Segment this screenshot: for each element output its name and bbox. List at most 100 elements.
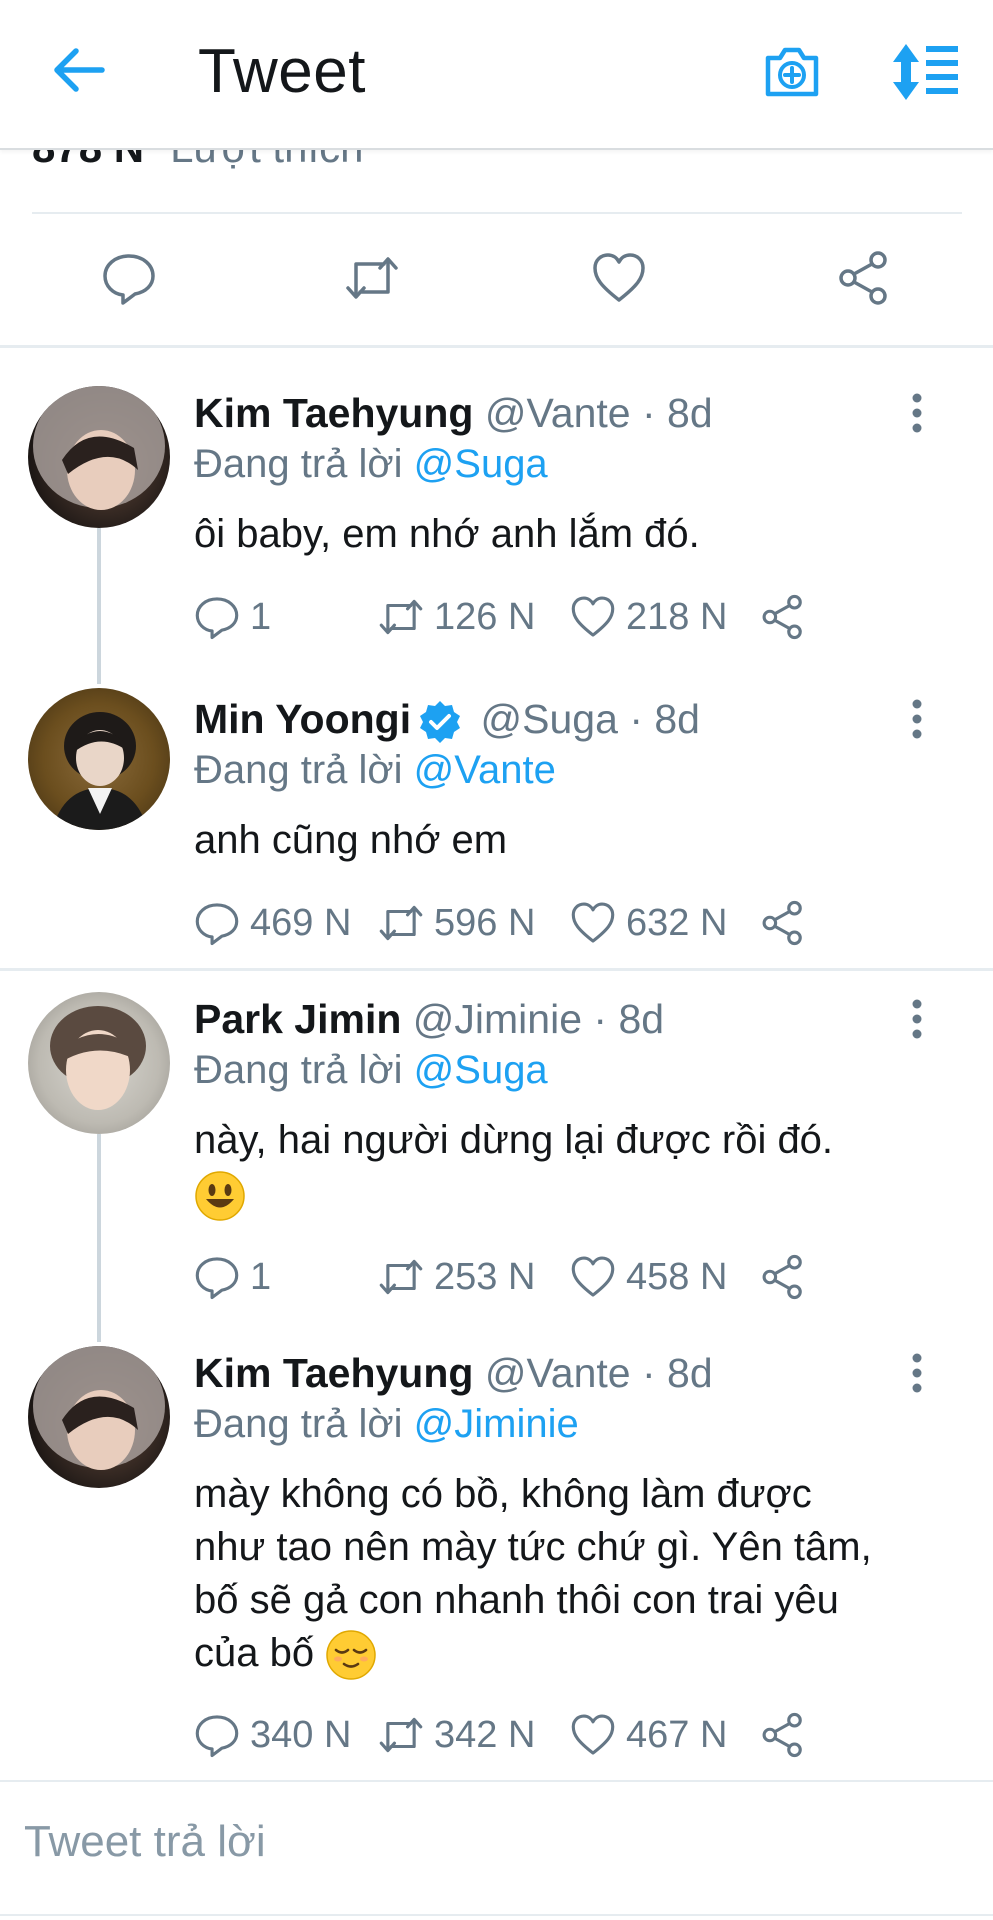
share-icon [762,1254,802,1300]
divider [0,968,993,971]
camera-plus-icon[interactable] [762,42,822,102]
replying-to: Đang trả lời @Suga [194,1048,548,1093]
top-app-bar: Tweet [0,0,993,150]
mention-link[interactable]: @Suga [414,1048,548,1092]
reply-count: 1 [250,1255,272,1298]
tweet-header: Kim Taehyung @Vante · 8d [194,1350,713,1397]
author-handle: @Vante [484,1350,631,1396]
retweet-icon [379,1259,423,1295]
sort-list-icon[interactable] [892,42,962,102]
like-count: 458 N [626,1255,728,1298]
retweet-icon[interactable] [344,250,400,306]
like-icon [571,596,615,637]
retweet-icon [379,1717,423,1753]
like-icon [571,1256,615,1297]
replying-to: Đang trả lời @Jiminie [194,1402,579,1447]
author-name[interactable]: Kim Taehyung [194,390,473,436]
share-action[interactable] [760,1710,816,1760]
like-action[interactable]: 632 N [570,898,727,948]
retweet-count: 126 N [434,595,536,638]
verified-badge-icon [420,701,461,744]
like-count: 218 N [626,595,728,638]
avatar[interactable] [28,386,170,528]
reply-count: 469 N [250,901,352,944]
divider [0,345,993,348]
reply-action[interactable]: 1 [194,1252,271,1302]
like-icon [571,902,615,943]
tweet-text-last: của bố [194,1627,954,1681]
share-icon [762,900,802,946]
like-count: 467 N [626,1713,728,1756]
replying-to: Đang trả lời @Suga [194,442,548,487]
avatar[interactable] [28,1346,170,1488]
author-name[interactable]: Park Jimin [194,996,401,1042]
reply-icon [195,903,239,946]
share-action[interactable] [760,898,816,948]
share-action[interactable] [760,1252,816,1302]
more-vertical-icon[interactable] [903,1352,931,1394]
retweet-count: 596 N [434,901,536,944]
replying-to-label: Đang trả lời [194,442,414,486]
thread-line [97,1134,101,1342]
share-icon [762,1712,802,1758]
mention-link[interactable]: @Vante [414,748,556,792]
tweet-text: này, hai người dừng lại được rồi đó. [194,1118,834,1162]
retweet-icon [379,599,423,635]
tweet-header: Park Jimin @Jiminie · 8d [194,996,664,1043]
reply-action[interactable]: 469 N [194,898,351,948]
like-icon [571,1714,615,1755]
like-icon[interactable] [591,250,647,306]
reply-icon [195,597,239,640]
like-action[interactable]: 467 N [570,1710,727,1760]
retweet-action[interactable]: 342 N [378,1710,535,1760]
divider [0,1780,993,1782]
tweet-actions: 1 253 N 458 N [194,1252,834,1302]
replying-to: Đang trả lời @Vante [194,748,556,793]
author-handle: @Vante [484,390,631,436]
tweet-time: · 8d [629,696,700,742]
reply-count: 340 N [250,1713,352,1756]
like-action[interactable]: 458 N [570,1252,727,1302]
smiley-emoji-icon [195,1171,245,1222]
more-vertical-icon[interactable] [903,392,931,434]
retweet-action[interactable]: 253 N [378,1252,535,1302]
reply-count: 1 [250,595,272,638]
reply-icon [195,1257,239,1300]
more-vertical-icon[interactable] [903,998,931,1040]
more-vertical-icon[interactable] [903,698,931,740]
tweet-header: Kim Taehyung @Vante · 8d [194,390,713,437]
arrow-left-icon[interactable] [48,40,108,100]
like-count: 632 N [626,901,728,944]
reply-icon [195,1715,239,1758]
reply-compose-input[interactable]: Tweet trả lời [24,1817,266,1867]
reply-icon[interactable] [101,250,157,306]
relieved-face-emoji-icon [326,1630,376,1681]
retweet-action[interactable]: 126 N [378,592,535,642]
author-handle: @Suga [480,696,618,742]
share-icon [762,594,802,640]
avatar[interactable] [28,992,170,1134]
divider [32,212,962,214]
tweet-actions: 469 N 596 N 632 N [194,898,834,948]
divider [0,1914,993,1916]
like-action[interactable]: 218 N [570,592,727,642]
share-action[interactable] [760,592,816,642]
tweet-actions: 340 N 342 N 467 N [194,1710,834,1760]
tweet-text: anh cũng nhớ em [194,818,508,862]
replying-to-label: Đang trả lời [194,1402,414,1446]
avatar[interactable] [28,688,170,830]
mention-link[interactable]: @Jiminie [414,1402,579,1446]
author-name[interactable]: Min Yoongi [194,696,411,742]
author-name[interactable]: Kim Taehyung [194,1350,473,1396]
tweet-body: này, hai người dừng lại được rồi đó. [194,1114,954,1222]
reply-action[interactable]: 340 N [194,1710,351,1760]
page-title: Tweet [198,37,366,106]
retweet-action[interactable]: 596 N [378,898,535,948]
tweet-text-line: như tao nên mày tức chứ gì. Yên tâm, [194,1525,872,1569]
replying-to-label: Đang trả lời [194,1048,414,1092]
tweet-actions: 1 126 N 218 N [194,592,834,642]
tweet-body: mày không có bồ, không làm được như tao … [194,1468,954,1681]
reply-action[interactable]: 1 [194,592,271,642]
mention-link[interactable]: @Suga [414,442,548,486]
share-icon[interactable] [836,250,892,306]
